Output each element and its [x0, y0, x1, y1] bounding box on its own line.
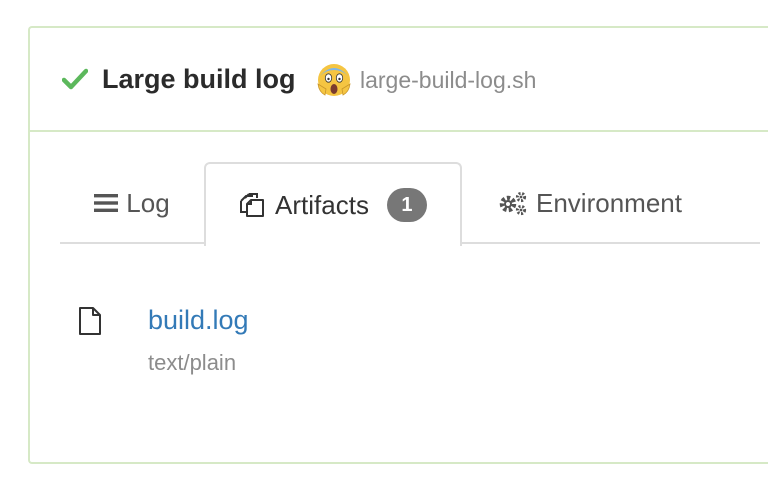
tab-environment[interactable]: Environment: [480, 162, 760, 244]
check-icon: [62, 68, 88, 90]
build-panel: Large build log large-build-log.sh Log A…: [28, 26, 768, 464]
artifact-item: build.log text/plain: [60, 298, 760, 388]
tab-artifacts[interactable]: Artifacts 1: [204, 162, 462, 246]
build-title: Large build log: [102, 64, 296, 94]
artifact-mime-type: text/plain: [148, 350, 237, 375]
artifact-link[interactable]: build.log: [148, 302, 249, 338]
gears-icon: [499, 191, 527, 216]
tab-log-label: Log: [126, 187, 170, 218]
tab-log[interactable]: Log: [60, 162, 204, 244]
build-header: Large build log large-build-log.sh: [30, 28, 768, 132]
build-script-name: large-build-log.sh: [360, 67, 537, 93]
build-tabs: Log Artifacts 1 Environment: [60, 162, 760, 246]
artifacts-count-badge: 1: [386, 188, 427, 222]
list-icon: [94, 194, 119, 212]
tab-artifacts-label: Artifacts: [275, 189, 369, 220]
copy-files-icon: [240, 193, 265, 217]
scream-emoji-icon: [317, 64, 351, 96]
file-icon: [79, 307, 101, 335]
tab-environment-label: Environment: [536, 187, 682, 218]
